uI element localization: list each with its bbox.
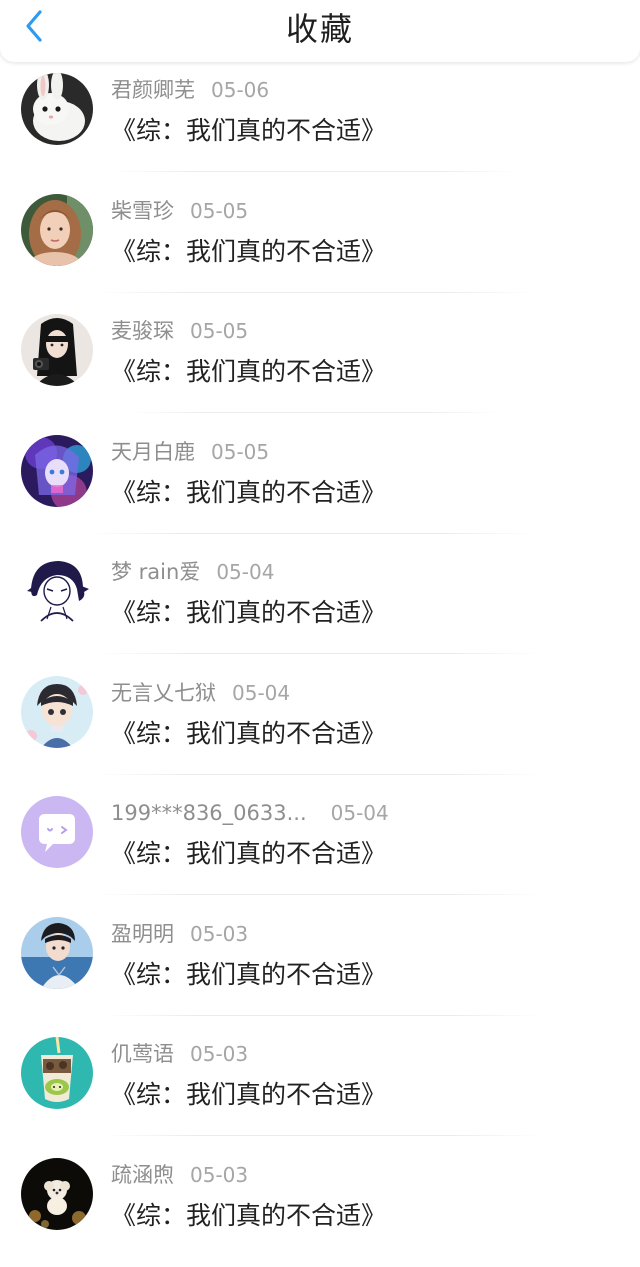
item-date: 05-05 <box>211 440 269 464</box>
avatar[interactable] <box>21 435 93 507</box>
list-item[interactable]: 君颜卿芜 05-06 《综：我们真的不合适》 <box>0 62 640 183</box>
item-date: 05-05 <box>190 199 248 223</box>
divider <box>96 653 542 654</box>
book-title[interactable]: 《综：我们真的不合适》 <box>111 354 386 390</box>
user-name: 无言乂七狱 <box>111 681 216 705</box>
user-name: 仉莺语 <box>111 1042 174 1066</box>
divider <box>88 533 536 534</box>
item-date: 05-05 <box>190 319 248 343</box>
item-meta: 柴雪珍 05-05 <box>111 197 248 225</box>
item-date: 05-03 <box>190 1163 248 1187</box>
divider <box>110 171 520 172</box>
item-date: 05-04 <box>331 801 389 825</box>
avatar[interactable] <box>21 796 93 868</box>
item-meta: 盈明明 05-03 <box>111 920 248 948</box>
item-meta: 天月白鹿 05-05 <box>111 438 269 466</box>
list-item[interactable]: 199***836_0633... 05-04 《综：我们真的不合适》 <box>0 785 640 906</box>
avatar[interactable] <box>21 676 93 748</box>
list-item[interactable]: 柴雪珍 05-05 《综：我们真的不合适》 <box>0 183 640 304</box>
user-name: 君颜卿芜 <box>111 78 195 102</box>
avatar[interactable] <box>21 1158 93 1230</box>
item-date: 05-06 <box>211 78 269 102</box>
top-bar: 收藏 <box>0 0 640 62</box>
item-meta: 君颜卿芜 05-06 <box>111 76 269 104</box>
divider <box>104 1015 540 1016</box>
book-title[interactable]: 《综：我们真的不合适》 <box>111 1077 386 1113</box>
avatar[interactable] <box>21 555 93 627</box>
book-title[interactable]: 《综：我们真的不合适》 <box>111 595 386 631</box>
divider <box>96 774 542 775</box>
item-date: 05-03 <box>190 1042 248 1066</box>
item-meta: 麦骏琛 05-05 <box>111 317 248 345</box>
item-date: 05-03 <box>190 922 248 946</box>
list-item[interactable]: 天月白鹿 05-05 《综：我们真的不合适》 <box>0 424 640 545</box>
user-name: 柴雪珍 <box>111 199 174 223</box>
item-meta: 199***836_0633... 05-04 <box>111 799 389 827</box>
user-name: 盈明明 <box>111 922 174 946</box>
user-name: 疏涵煦 <box>111 1163 174 1187</box>
book-title[interactable]: 《综：我们真的不合适》 <box>111 113 386 149</box>
list-item[interactable]: 梦 rain爱 05-04 《综：我们真的不合适》 <box>0 544 640 665</box>
list-item[interactable]: 麦骏琛 05-05 《综：我们真的不合适》 <box>0 303 640 424</box>
item-meta: 无言乂七狱 05-04 <box>111 679 290 707</box>
user-name: 天月白鹿 <box>111 440 195 464</box>
user-name: 梦 rain爱 <box>111 560 200 584</box>
avatar[interactable] <box>21 1037 93 1109</box>
divider <box>96 894 542 895</box>
favorites-list: 君颜卿芜 05-06 《综：我们真的不合适》 柴雪珍 05-05 《综：我们真的不合… <box>0 62 640 1267</box>
list-item[interactable]: 仉莺语 05-03 《综：我们真的不合适》 <box>0 1026 640 1147</box>
book-title[interactable]: 《综：我们真的不合适》 <box>111 475 386 511</box>
divider <box>104 1135 540 1136</box>
user-name: 麦骏琛 <box>111 319 174 343</box>
list-item[interactable]: 无言乂七狱 05-04 《综：我们真的不合适》 <box>0 665 640 786</box>
book-title[interactable]: 《综：我们真的不合适》 <box>111 234 386 270</box>
avatar[interactable] <box>21 314 93 386</box>
page-title: 收藏 <box>0 8 640 50</box>
divider <box>130 412 500 413</box>
avatar[interactable] <box>21 73 93 145</box>
avatar[interactable] <box>21 917 93 989</box>
book-title[interactable]: 《综：我们真的不合适》 <box>111 957 386 993</box>
divider <box>96 292 536 293</box>
book-title[interactable]: 《综：我们真的不合适》 <box>111 836 386 872</box>
book-title[interactable]: 《综：我们真的不合适》 <box>111 716 386 752</box>
avatar[interactable] <box>21 194 93 266</box>
item-meta: 仉莺语 05-03 <box>111 1040 248 1068</box>
item-date: 05-04 <box>232 681 290 705</box>
item-meta: 梦 rain爱 05-04 <box>111 558 274 586</box>
item-date: 05-04 <box>216 560 274 584</box>
list-item[interactable]: 疏涵煦 05-03 《综：我们真的不合适》 <box>0 1147 640 1267</box>
book-title[interactable]: 《综：我们真的不合适》 <box>111 1198 386 1234</box>
user-name: 199***836_0633... <box>111 801 307 825</box>
item-meta: 疏涵煦 05-03 <box>111 1161 248 1189</box>
list-item[interactable]: 盈明明 05-03 《综：我们真的不合适》 <box>0 906 640 1027</box>
